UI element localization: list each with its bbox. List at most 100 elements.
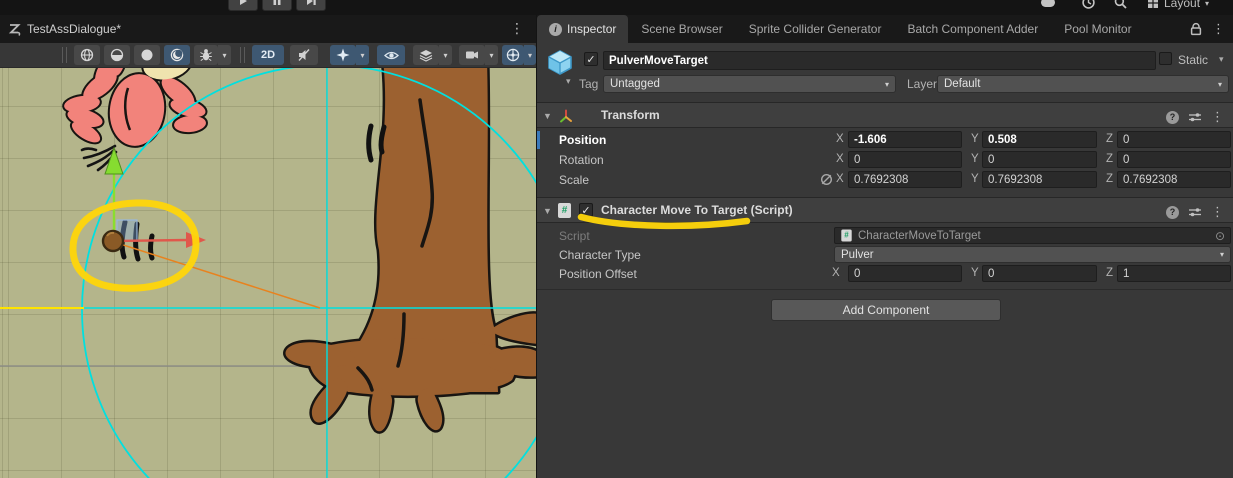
scale-label: Scale bbox=[559, 173, 589, 187]
position-y-field[interactable] bbox=[982, 131, 1097, 148]
transform-icon bbox=[558, 108, 574, 124]
sphere-wire-icon bbox=[80, 48, 94, 62]
bird-sprite[interactable] bbox=[63, 68, 207, 170]
search-icon[interactable] bbox=[1114, 0, 1127, 9]
eye-icon bbox=[384, 49, 399, 62]
scene-gizmo-dropdown-caret[interactable]: ▾ bbox=[524, 45, 536, 65]
move-target-dot[interactable] bbox=[103, 231, 123, 251]
gizmo-sphere-shaded-button[interactable] bbox=[104, 45, 130, 65]
effects-button[interactable] bbox=[330, 45, 356, 65]
tab-scene-browser[interactable]: Scene Browser bbox=[641, 15, 722, 43]
component-menu-icon[interactable]: ⋮ bbox=[1211, 204, 1224, 220]
script-file-icon: # bbox=[841, 230, 851, 242]
transform-header[interactable]: ▼ Transform ? ⋮ bbox=[537, 102, 1233, 128]
static-dropdown-caret[interactable]: ▾ bbox=[1219, 54, 1224, 65]
position-x-field[interactable] bbox=[848, 131, 962, 148]
toolbar-divider bbox=[240, 47, 245, 63]
pause-icon bbox=[272, 0, 282, 6]
scale-z-field[interactable] bbox=[1117, 171, 1231, 188]
account-icon[interactable] bbox=[1040, 0, 1056, 8]
play-icon bbox=[238, 0, 248, 6]
effects-star-icon bbox=[336, 48, 350, 62]
scene-panel-menu-icon[interactable]: ⋮ bbox=[510, 20, 524, 37]
help-icon[interactable]: ? bbox=[1166, 206, 1179, 219]
add-component-button[interactable]: Add Component bbox=[771, 299, 1001, 321]
scene-viewport[interactable] bbox=[0, 68, 536, 478]
unlinked-scale-icon[interactable] bbox=[820, 173, 833, 186]
gameobject-cube-icon bbox=[546, 48, 574, 78]
unlock-icon[interactable] bbox=[1190, 22, 1202, 36]
tab-batch-component-adder[interactable]: Batch Component Adder bbox=[907, 15, 1038, 43]
position-z-field[interactable] bbox=[1117, 131, 1231, 148]
scale-y-field[interactable] bbox=[982, 171, 1097, 188]
layer-label: Layer bbox=[907, 77, 937, 91]
rotation-z-field[interactable] bbox=[1117, 151, 1231, 168]
component-menu-icon[interactable]: ⋮ bbox=[1211, 109, 1224, 125]
gameobject-active-checkbox[interactable]: ✓ bbox=[584, 52, 598, 66]
step-button[interactable] bbox=[296, 0, 326, 11]
layer-dropdown[interactable]: Default ▾ bbox=[937, 75, 1229, 93]
effects-dropdown-caret[interactable]: ▾ bbox=[356, 45, 369, 65]
pause-button[interactable] bbox=[262, 0, 292, 11]
rotation-y-field[interactable] bbox=[982, 151, 1097, 168]
script-foldout-caret[interactable]: ▼ bbox=[543, 206, 552, 216]
scene-window-icon bbox=[8, 22, 22, 36]
camera-dropdown-caret[interactable]: ▾ bbox=[485, 45, 498, 65]
layers-button[interactable] bbox=[413, 45, 439, 65]
layers-dropdown-caret[interactable]: ▾ bbox=[439, 45, 452, 65]
scene-panel-tab[interactable]: TestAssDialogue* ⋮ bbox=[0, 15, 536, 43]
layout-dropdown[interactable]: Layout ▾ bbox=[1147, 0, 1209, 10]
play-button[interactable] bbox=[228, 0, 258, 11]
axis-x-label: X bbox=[836, 133, 844, 145]
gameobject-expand-caret[interactable]: ▾ bbox=[566, 76, 571, 87]
annotation-underline bbox=[575, 211, 755, 237]
scene-art-overlay bbox=[0, 68, 536, 478]
static-checkbox[interactable] bbox=[1159, 52, 1172, 65]
2d-toggle-button[interactable]: 2D bbox=[252, 45, 284, 65]
tree-sprite[interactable] bbox=[285, 68, 536, 431]
inspector-tab-bar: i Inspector Scene Browser Sprite Collide… bbox=[537, 15, 1233, 43]
tab-sprite-collider-generator[interactable]: Sprite Collider Generator bbox=[749, 15, 882, 43]
gameobject-name-field[interactable] bbox=[603, 51, 1156, 70]
toolbar-divider bbox=[62, 47, 67, 63]
inspector-menu-icon[interactable]: ⋮ bbox=[1212, 21, 1225, 37]
bug-icon bbox=[199, 48, 213, 62]
script-object-field[interactable]: # CharacterMoveToTarget ⊙ bbox=[834, 227, 1231, 244]
offset-x-field[interactable] bbox=[848, 265, 962, 282]
chevron-down-icon: ▾ bbox=[1220, 250, 1224, 259]
debug-bug-button[interactable] bbox=[194, 45, 218, 65]
axis-y-label: Y bbox=[971, 153, 979, 165]
camera-button[interactable] bbox=[459, 45, 485, 65]
inspector-body: ▾ ✓ Static ▾ Tag Untagged ▾ Layer Defaul… bbox=[537, 43, 1233, 478]
chevron-down-icon: ▾ bbox=[1218, 80, 1222, 89]
scene-gizmo-button[interactable] bbox=[502, 45, 524, 65]
unity-editor-window: Layout ▾ TestAssDialogue* ⋮ ▾ bbox=[0, 0, 1233, 478]
offset-y-field[interactable] bbox=[982, 265, 1097, 282]
bug-dropdown-caret[interactable]: ▾ bbox=[218, 45, 231, 65]
rotation-x-field[interactable] bbox=[848, 151, 962, 168]
axis-y-label: Y bbox=[971, 133, 979, 145]
layers-icon bbox=[419, 49, 433, 62]
help-icon[interactable]: ? bbox=[1166, 111, 1179, 124]
character-type-value: Pulver bbox=[841, 249, 874, 261]
presets-icon[interactable] bbox=[1188, 206, 1202, 218]
presets-icon[interactable] bbox=[1188, 111, 1202, 123]
tab-inspector[interactable]: i Inspector bbox=[537, 15, 628, 43]
character-type-dropdown[interactable]: Pulver ▾ bbox=[834, 246, 1231, 263]
gizmo-sphere-solid-button[interactable] bbox=[134, 45, 160, 65]
chevron-down-icon: ▾ bbox=[885, 80, 889, 89]
transform-foldout-caret[interactable]: ▼ bbox=[543, 111, 552, 121]
gizmo-sphere-wire-button[interactable] bbox=[74, 45, 100, 65]
axis-x-label: X bbox=[836, 153, 844, 165]
layout-label: Layout bbox=[1164, 0, 1200, 10]
scale-x-field[interactable] bbox=[848, 171, 962, 188]
audio-mute-button[interactable] bbox=[290, 45, 318, 65]
object-picker-icon[interactable]: ⊙ bbox=[1215, 229, 1225, 243]
2d-label: 2D bbox=[261, 49, 275, 61]
tag-dropdown[interactable]: Untagged ▾ bbox=[603, 75, 896, 93]
tab-pool-monitor[interactable]: Pool Monitor bbox=[1064, 15, 1131, 43]
activity-clock-icon[interactable] bbox=[1082, 0, 1095, 9]
gizmo-sphere-crescent-button[interactable] bbox=[164, 45, 190, 65]
offset-z-field[interactable] bbox=[1117, 265, 1231, 282]
scene-visibility-button[interactable] bbox=[377, 45, 405, 65]
